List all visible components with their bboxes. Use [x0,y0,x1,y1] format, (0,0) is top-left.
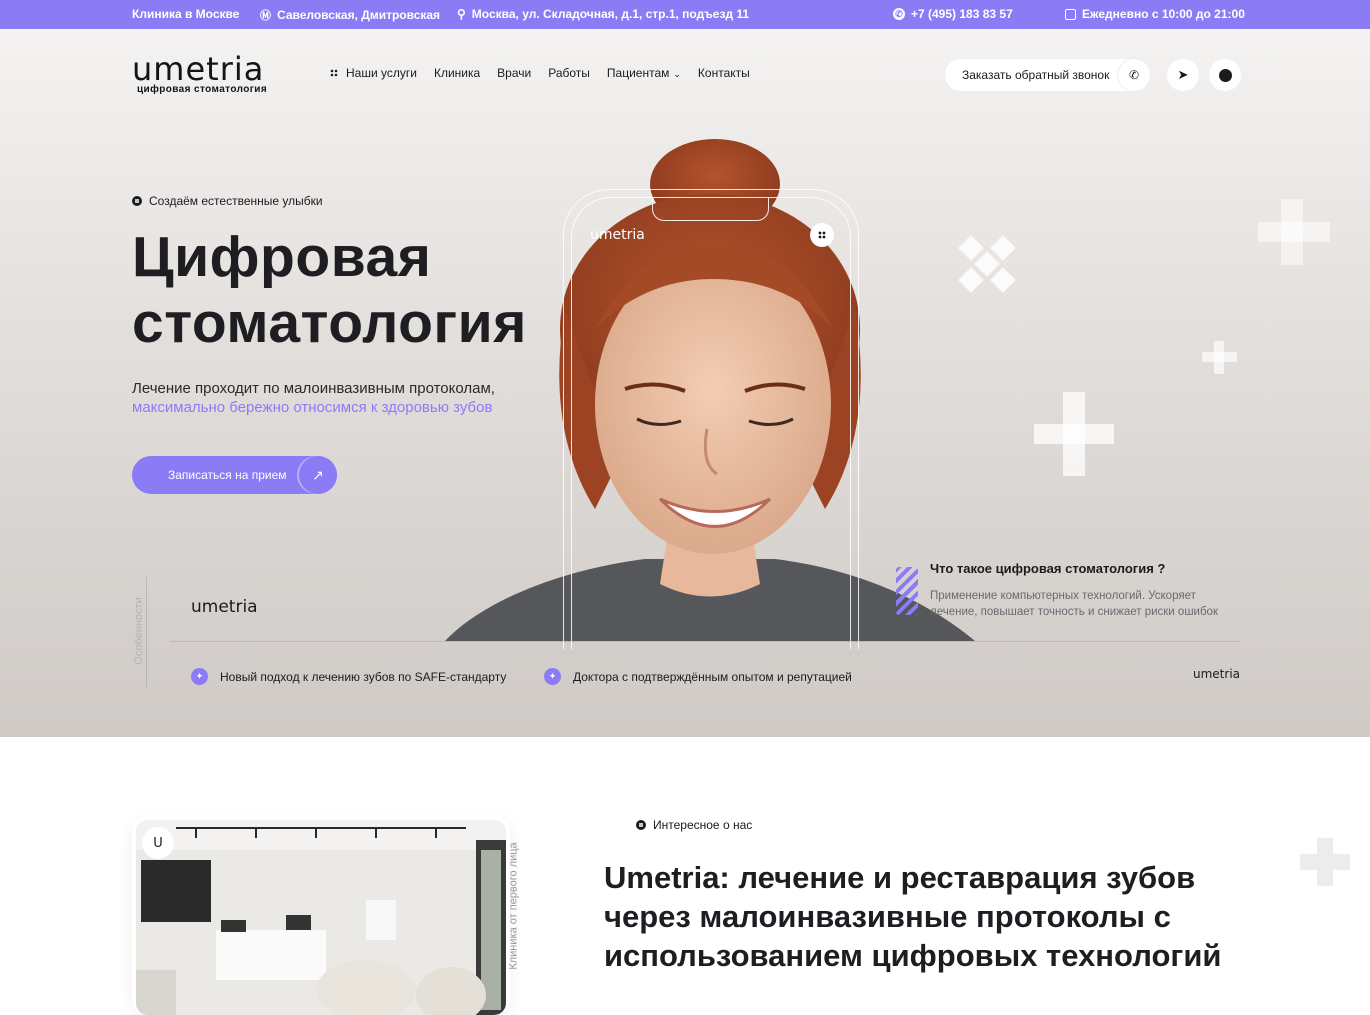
feature-text: Доктора с подтверждённым опытом и репута… [573,669,852,684]
stripe-decor [896,567,918,615]
main-navigation: Наши услуги Клиника Врачи Работы Пациент… [330,66,750,80]
nav-contacts[interactable]: Контакты [698,66,750,80]
telegram-button[interactable]: ➤ [1167,59,1199,91]
phone-menu-button[interactable] [810,223,834,247]
grid-dot-icon [132,196,142,206]
phone-frame-inner [571,197,851,649]
whatsapp-icon [1218,68,1232,82]
divider [170,641,1240,642]
telegram-icon: ➤ [1177,67,1189,82]
bottom-logo: umetria [191,597,258,617]
side-label-text: Особенности [132,597,145,665]
hero-section: umetria цифровая стоматология Наши услуг… [0,29,1370,737]
badge-letter: U [153,835,163,851]
feature-item: ✦ Новый подход к лечению зубов по SAFE-с… [191,668,506,685]
callback-label: Заказать обратный звонок [962,68,1110,82]
hours-text: Ежедневно с 10:00 до 21:00 [1082,7,1245,21]
phone-text: +7 (495) 183 83 57 [911,7,1013,21]
clinic-badge: U [142,827,174,859]
grid-icon [818,231,826,239]
phone-icon: ✆ [893,8,905,20]
location-pin-icon: ⚲ [457,7,466,21]
appointment-label: Записаться на прием [168,468,287,482]
small-logo: umetria [1193,667,1241,681]
site-logo[interactable]: umetria цифровая стоматология [132,50,268,95]
sparkle-icon: ✦ [191,668,208,685]
about-tag: Интересное о нас [636,818,752,832]
nav-works[interactable]: Работы [548,66,590,80]
about-tag-text: Интересное о нас [653,818,753,832]
hours-info: Ежедневно с 10:00 до 21:00 [1065,7,1245,21]
clinic-interior-image [136,820,506,1015]
address-info[interactable]: ⚲ Москва, ул. Складочная, д.1, стр.1, под… [457,7,749,21]
hero-tag: Создаём естественные улыбки [132,194,323,208]
nav-services[interactable]: Наши услуги [330,66,417,80]
logo-subtitle: цифровая стоматология [137,84,268,95]
arrow-up-right-icon: ↗ [299,456,337,494]
metro-info: Ⓜ Савеловская, Дмитровская [260,7,440,23]
appointment-button[interactable]: Записаться на прием ↗ [132,456,337,494]
grid-icon [330,69,338,77]
vertical-label: Клиника от первого лица [508,830,532,990]
nav-patients-label: Пациентам [606,66,670,80]
hero-lead-line2: максимально бережно относимся к здоровью… [132,399,493,416]
address-text: Москва, ул. Складочная, д.1, стр.1, подъ… [471,7,750,21]
metro-icon: Ⓜ [260,10,271,22]
sparkle-icon: ✦ [544,668,561,685]
phone-logo: umetria [590,227,645,243]
clinic-label: Клиника в Москве [132,7,240,21]
clinic-location-label: Клиника в Москве [132,7,239,21]
callback-button[interactable]: Заказать обратный звонок ✆ [945,59,1150,91]
feature-item: ✦ Доктора с подтверждённым опытом и репу… [544,668,852,685]
question-title: Что такое цифровая стоматология ? [930,561,1166,576]
chevron-down-icon: ⌄ [673,69,681,79]
nav-doctors[interactable]: Врачи [497,66,531,80]
calendar-icon [1065,8,1076,20]
logo-wordmark: umetria [132,50,265,88]
nav-clinic[interactable]: Клиника [434,66,480,80]
phone-link[interactable]: ✆ +7 (495) 183 83 57 [893,7,1013,21]
phone-notch [652,197,769,221]
clinic-photo-card[interactable] [132,815,510,1015]
whatsapp-button[interactable] [1209,59,1241,91]
hero-lead-line1: Лечение проходит по малоинвазивным прото… [132,380,495,397]
nav-patients[interactable]: Пациентам ⌄ [607,66,681,80]
grid-dot-icon [636,820,646,830]
top-info-bar: Клиника в Москве Ⓜ Савеловская, Дмитровск… [0,0,1370,29]
phone-icon: ✆ [1118,59,1150,91]
hero-lead: Лечение проходит по малоинвазивным прото… [132,379,495,417]
about-title: Umetria: лечение и реставрация зубов чер… [604,860,1222,973]
vertical-label-text: Клиника от первого лица [507,842,520,970]
hero-tag-text: Создаём естественные улыбки [149,194,323,208]
feature-text: Новый подход к лечению зубов по SAFE-ста… [220,669,507,684]
metro-text: Савеловская, Дмитровская [277,8,441,22]
question-text: Применение компьютерных технологий. Уско… [930,590,1218,618]
features-side-label: Особенности [133,577,147,687]
nav-services-label: Наши услуги [346,66,417,80]
